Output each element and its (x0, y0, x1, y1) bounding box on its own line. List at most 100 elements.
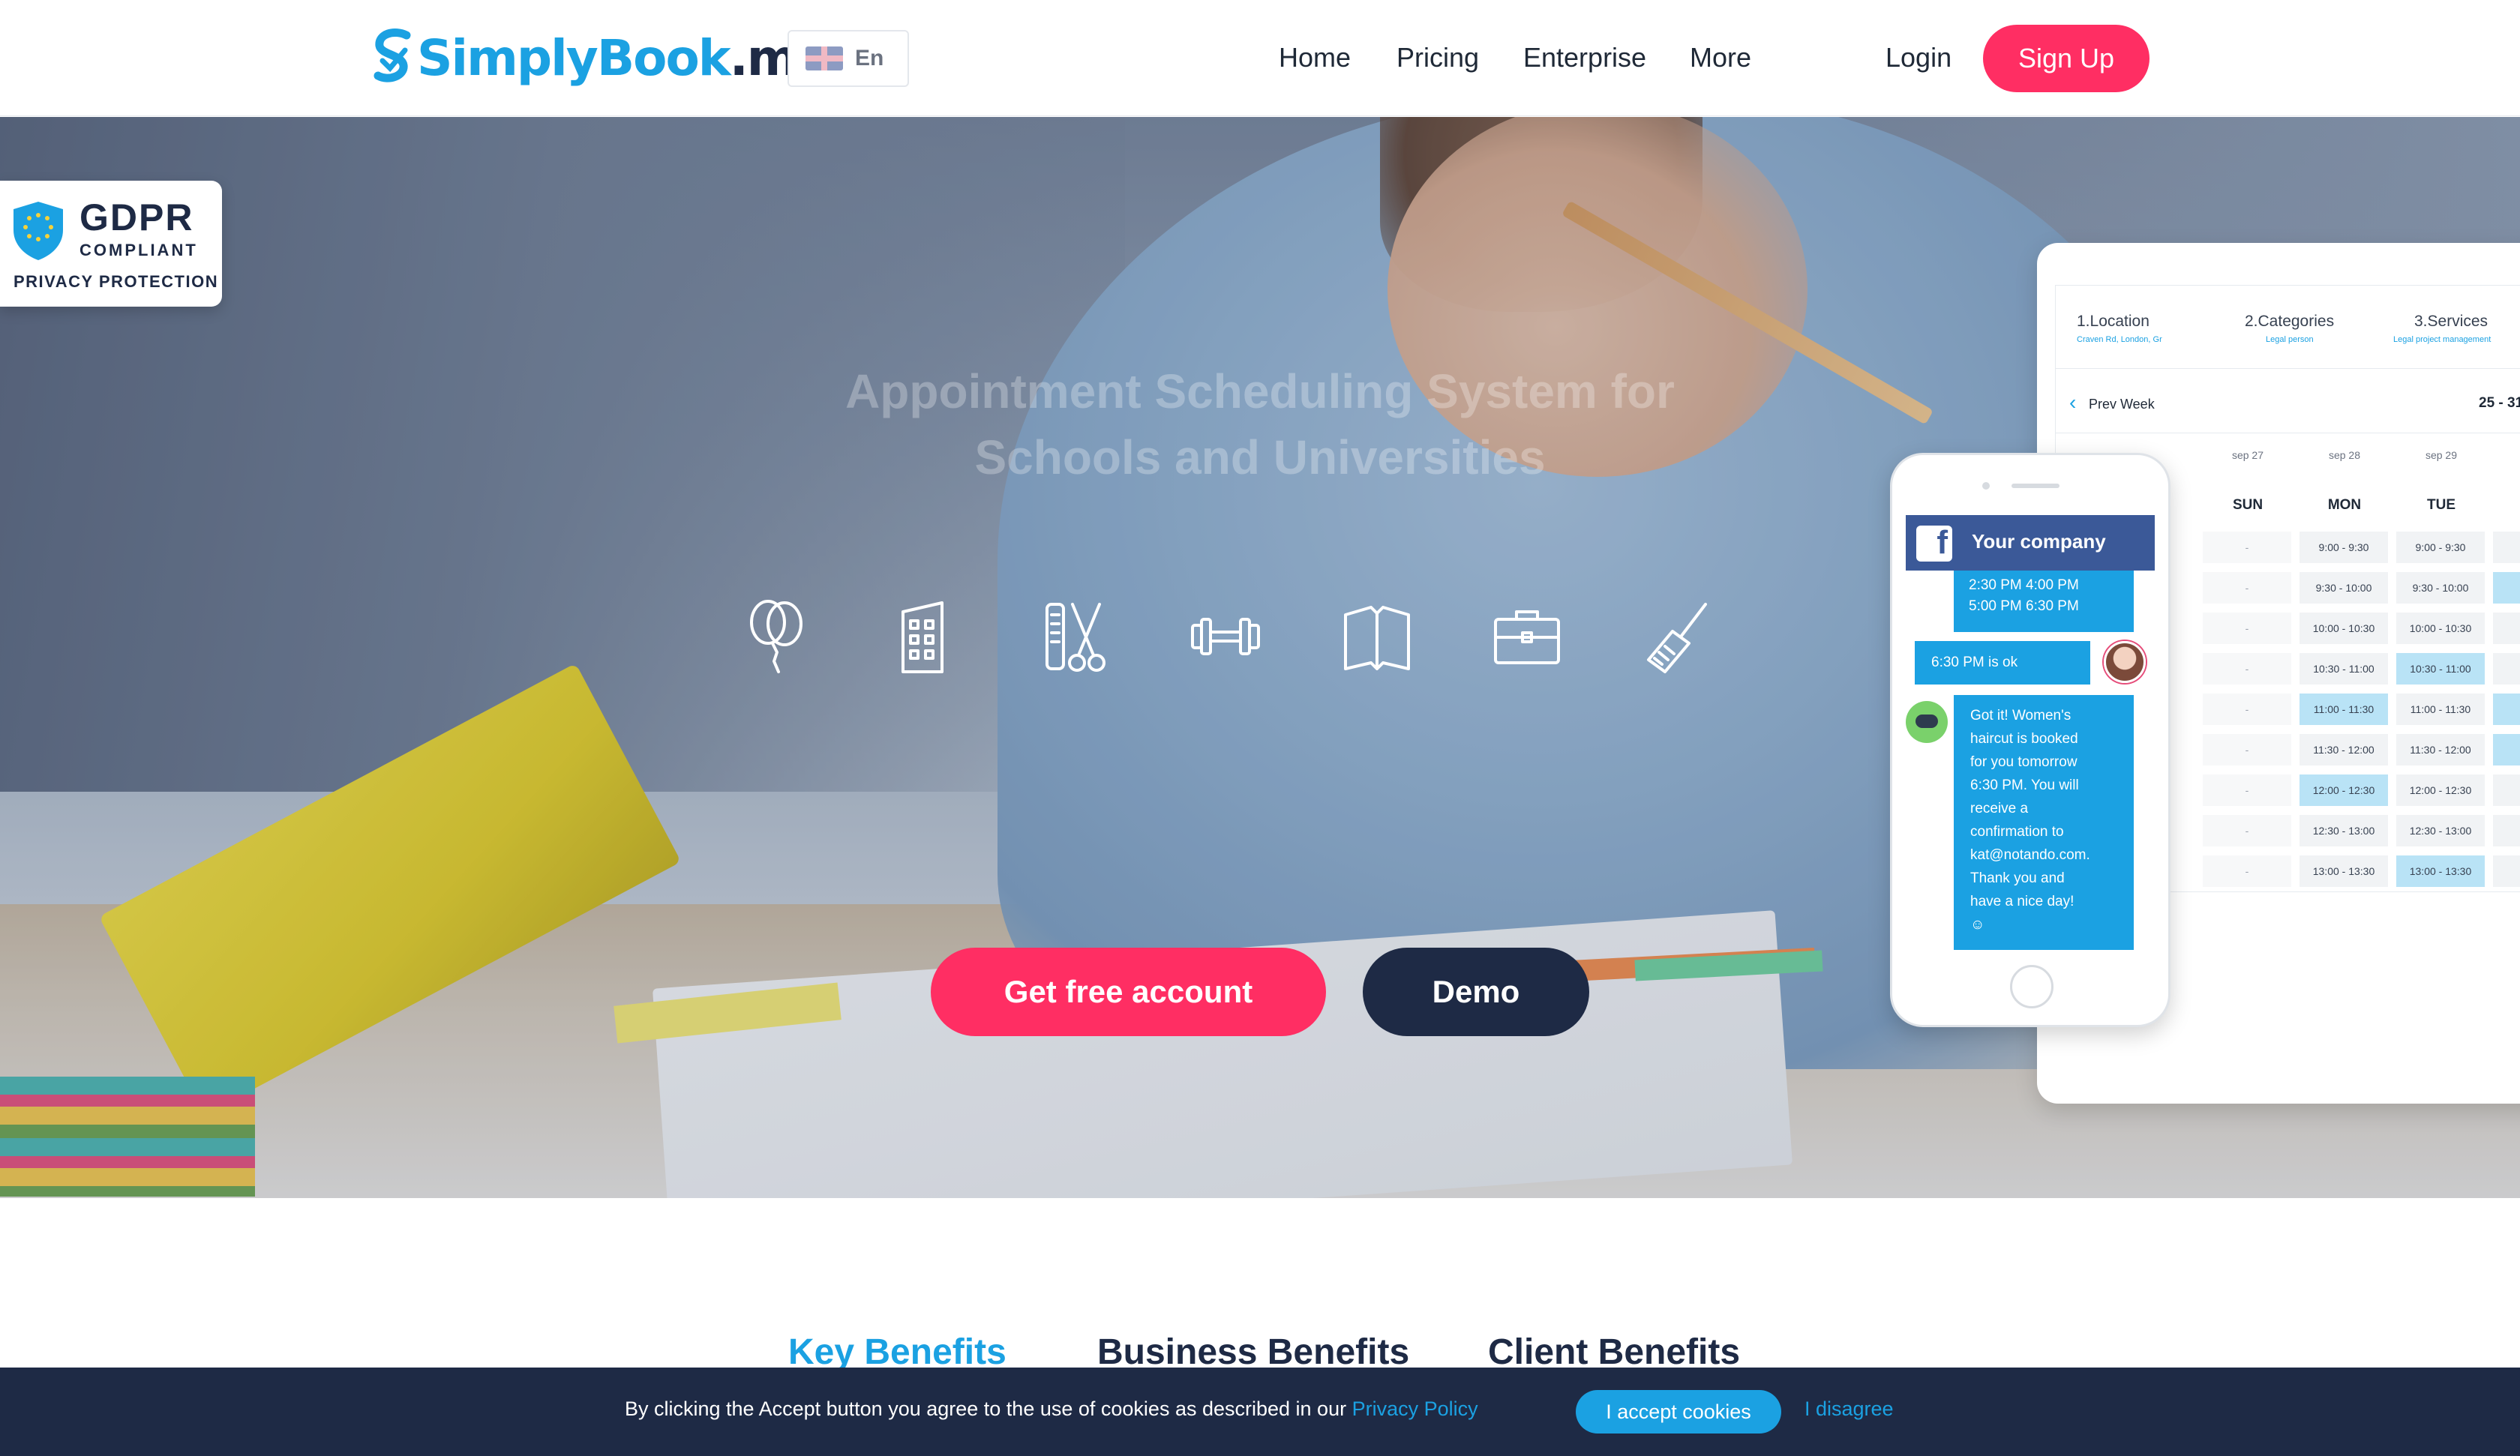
gdpr-footer: PRIVACY PROTECTION (14, 272, 219, 291)
bot-confirmation-message: Got it! Women's haircut is booked for yo… (1954, 695, 2134, 950)
get-free-account-button[interactable]: Get free account (931, 948, 1326, 1036)
facebook-header: f Your company (1906, 515, 2155, 571)
time-slot[interactable]: 12:30 - 13:00 (2396, 815, 2485, 846)
time-slot[interactable]: 11:00 - 11:30 (2300, 694, 2388, 725)
language-label: En (855, 46, 884, 70)
time-slot-empty: - (2203, 572, 2291, 604)
time-slot[interactable] (2493, 653, 2520, 685)
time-slot[interactable] (2493, 774, 2520, 806)
time-slot[interactable]: 9:00 - 9:30 (2300, 532, 2388, 563)
time-slot[interactable] (2493, 815, 2520, 846)
day-date: sep 28 (2328, 449, 2361, 461)
time-slot[interactable] (2493, 572, 2520, 604)
time-slot[interactable] (2493, 694, 2520, 725)
nav-enterprise[interactable]: Enterprise (1523, 42, 1646, 73)
logo[interactable]: SimplyBook.me (372, 25, 830, 90)
time-slot[interactable] (2493, 734, 2520, 765)
nav-pricing[interactable]: Pricing (1396, 42, 1479, 73)
time-slot-empty: - (2203, 613, 2291, 644)
time-slot[interactable]: 12:30 - 13:00 (2300, 815, 2388, 846)
day-name: TUE (2427, 497, 2456, 513)
time-slot[interactable] (2493, 532, 2520, 563)
bot-avatar-icon (1906, 701, 1948, 743)
uk-flag-icon (806, 46, 843, 70)
phone-home-button (2010, 965, 2054, 1008)
nav-more[interactable]: More (1690, 42, 1751, 73)
time-slot-empty: - (2203, 694, 2291, 725)
cookie-banner: By clicking the Accept button you agree … (0, 1368, 2520, 1456)
time-slot[interactable]: 10:30 - 11:00 (2396, 653, 2485, 685)
day-name: MON (2327, 497, 2362, 513)
prev-week-link[interactable]: Prev Week (2089, 397, 2155, 412)
time-slot-empty: - (2203, 815, 2291, 846)
booking-step: 3.Services (2414, 313, 2488, 330)
time-slot[interactable] (2493, 855, 2520, 887)
booking-step-sub: Legal person (2266, 335, 2314, 344)
time-slot[interactable] (2493, 613, 2520, 644)
nav-home[interactable]: Home (1279, 42, 1351, 73)
booking-step-sub: Legal project management (2393, 335, 2492, 344)
booking-step: 2.Categories (2245, 313, 2335, 330)
login-link[interactable]: Login (1886, 42, 1952, 73)
time-slot[interactable]: 12:00 - 12:30 (2396, 774, 2485, 806)
eu-shield-icon (14, 202, 63, 260)
time-slot[interactable]: 11:00 - 11:30 (2396, 694, 2485, 725)
privacy-policy-link[interactable]: Privacy Policy (1352, 1398, 1478, 1420)
tab-business-benefits[interactable]: Business Benefits (1097, 1332, 1409, 1373)
tab-client-benefits[interactable]: Client Benefits (1488, 1332, 1740, 1373)
time-slot[interactable]: 11:30 - 12:00 (2396, 734, 2485, 765)
user-message: 6:30 PM is ok (1915, 641, 2090, 685)
booking-step: 1.Location (2077, 313, 2150, 330)
time-slot[interactable]: 9:30 - 10:00 (2300, 572, 2388, 604)
phone-camera (1982, 482, 1990, 490)
facebook-icon: f (1916, 524, 1952, 562)
time-slot[interactable]: 10:00 - 10:30 (2300, 613, 2388, 644)
day-date: sep 27 (2231, 449, 2264, 461)
time-slot[interactable]: 13:00 - 13:30 (2300, 855, 2388, 887)
dumbbell-icon[interactable] (1190, 597, 1262, 676)
time-slot[interactable]: 13:00 - 13:30 (2396, 855, 2485, 887)
cleaning-brush-icon[interactable] (1642, 597, 1714, 676)
week-range: 25 - 31 (2479, 395, 2520, 411)
time-slot-empty: - (2203, 774, 2291, 806)
salon-tools-icon[interactable] (1040, 597, 1112, 676)
cookie-message: By clicking the Accept button you agree … (625, 1398, 1478, 1420)
phone-speaker (2012, 484, 2060, 488)
demo-button[interactable]: Demo (1363, 948, 1589, 1036)
time-slot-empty: - (2203, 734, 2291, 765)
day-name: SUN (2232, 497, 2264, 513)
time-slot-empty: - (2203, 653, 2291, 685)
accept-cookies-button[interactable]: I accept cookies (1576, 1390, 1781, 1434)
disagree-link[interactable]: I disagree (1804, 1398, 1894, 1421)
logo-text: SimplyBook.me (417, 28, 830, 87)
time-slot[interactable]: 9:00 - 9:30 (2396, 532, 2485, 563)
tab-key-benefits[interactable]: Key Benefits (788, 1332, 1006, 1373)
time-slot[interactable]: 11:30 - 12:00 (2300, 734, 2388, 765)
site-header: SimplyBook.me En Home Pricing Enterprise… (0, 0, 2520, 116)
book-icon[interactable] (1341, 597, 1413, 676)
phone-mockup: f Your company 2:30 PM 4:00 PM 5:00 PM 6… (1890, 453, 2170, 1027)
balloons-icon[interactable] (741, 597, 813, 676)
time-slot[interactable]: 12:00 - 12:30 (2300, 774, 2388, 806)
briefcase-icon[interactable] (1491, 597, 1563, 676)
facebook-page-name: Your company (1972, 530, 2106, 553)
bot-time-options: 2:30 PM 4:00 PM 5:00 PM 6:30 PM (1954, 571, 2134, 632)
user-avatar (2104, 641, 2146, 683)
gdpr-title: GDPR (80, 196, 194, 238)
hero-title: Appointment Scheduling System for School… (845, 364, 1675, 484)
signup-button[interactable]: Sign Up (1983, 25, 2150, 92)
time-slot[interactable]: 9:30 - 10:00 (2396, 572, 2485, 604)
building-icon[interactable] (890, 597, 962, 676)
language-selector[interactable]: En (788, 30, 909, 87)
chevron-left-icon[interactable]: ‹ (2069, 391, 2076, 415)
time-slot-empty: - (2203, 532, 2291, 563)
gdpr-subtitle: COMPLIANT (80, 241, 198, 259)
booking-step-sub: Craven Rd, London, Gr (2077, 335, 2162, 344)
time-slot[interactable]: 10:00 - 10:30 (2396, 613, 2485, 644)
day-date: sep 29 (2425, 449, 2458, 461)
time-slot[interactable]: 10:30 - 11:00 (2300, 653, 2388, 685)
time-slot-empty: - (2203, 855, 2291, 887)
logo-mark-icon (374, 28, 411, 82)
divider (2056, 368, 2520, 369)
gdpr-badge[interactable]: GDPR COMPLIANT PRIVACY PROTECTION (0, 181, 222, 307)
